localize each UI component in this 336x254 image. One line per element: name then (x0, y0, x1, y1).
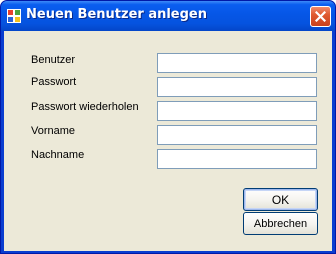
nachname-field[interactable] (157, 149, 317, 171)
dialog-window: Neuen Benutzer anlegen Benutzer Passwort… (0, 0, 336, 254)
nachname-input[interactable] (158, 153, 316, 171)
vorname-field[interactable] (157, 125, 317, 147)
label-passwort-wiederholen: Passwort wiederholen (31, 101, 139, 113)
passwort-wiederholen-field[interactable] (157, 101, 317, 123)
vorname-input[interactable] (158, 129, 316, 147)
benutzer-field[interactable] (157, 53, 317, 75)
cancel-button[interactable]: Abbrechen (243, 212, 318, 235)
windows-app-icon (7, 9, 21, 23)
passwort-field[interactable] (157, 77, 317, 99)
benutzer-input[interactable] (158, 57, 316, 75)
label-benutzer: Benutzer (31, 54, 76, 66)
passwort-input[interactable] (158, 81, 316, 99)
passwort-wiederholen-input[interactable] (158, 105, 316, 123)
label-vorname: Vorname (31, 125, 76, 137)
title-bar[interactable]: Neuen Benutzer anlegen (1, 1, 335, 31)
ok-button[interactable]: OK (243, 188, 318, 211)
window-title: Neuen Benutzer anlegen (26, 7, 207, 22)
dialog-client-area: Benutzer Passwort Passwort wiederholen V… (4, 31, 332, 251)
close-icon (315, 11, 326, 22)
label-nachname: Nachname (31, 149, 85, 161)
label-passwort: Passwort (31, 76, 77, 88)
close-button[interactable] (310, 6, 331, 27)
